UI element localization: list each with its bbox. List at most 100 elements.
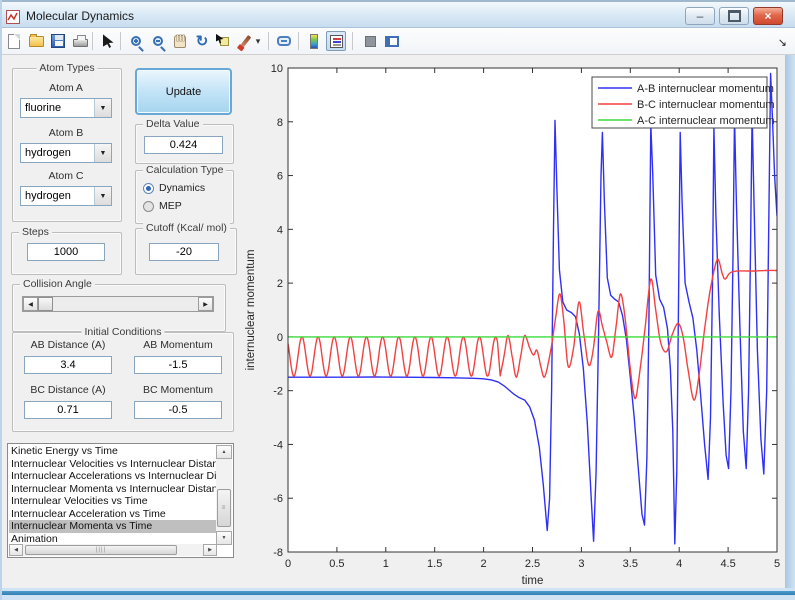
- chevron-down-icon[interactable]: ▼: [94, 99, 111, 117]
- window-border-bottom: [2, 588, 795, 600]
- window-border-right: [785, 55, 795, 600]
- print-icon: [73, 39, 88, 47]
- link-plots-button[interactable]: [274, 31, 294, 51]
- slider-right-arrow[interactable]: ▶: [198, 297, 213, 311]
- maximize-icon: [728, 10, 741, 22]
- panel-title: Delta Value: [143, 118, 203, 130]
- toolbar-overflow-icon[interactable]: ↘: [778, 36, 787, 49]
- toolbar-separator: [298, 32, 299, 50]
- link-icon: [277, 36, 291, 46]
- open-file-button[interactable]: [26, 31, 46, 51]
- listbox-rows: Kinetic Energy vs TimeInternuclear Veloc…: [9, 445, 217, 545]
- app-icon: [6, 10, 20, 24]
- chart-canvas: 00.511.522.533.544.55-8-6-4-20246810time…: [242, 55, 795, 590]
- ab-distance-field[interactable]: 3.4: [24, 356, 112, 374]
- minimize-button[interactable]: –: [685, 7, 715, 25]
- plot-type-listbox[interactable]: Kinetic Energy vs TimeInternuclear Veloc…: [7, 443, 234, 558]
- ab-momentum-field[interactable]: -1.5: [134, 356, 222, 374]
- title-bar: Molecular Dynamics – ×: [2, 0, 795, 28]
- panel-title: Collision Angle: [20, 278, 95, 290]
- list-item[interactable]: Internuclear Accelerations vs Internucle…: [9, 470, 217, 483]
- svg-text:3.5: 3.5: [623, 558, 638, 570]
- scroll-down-icon[interactable]: ▼: [216, 531, 232, 545]
- atom-b-dropdown[interactable]: hydrogen ▼: [20, 143, 112, 163]
- collision-angle-slider[interactable]: ◀ ▶: [22, 296, 214, 312]
- save-icon: [51, 34, 65, 48]
- chevron-down-icon: ▾: [256, 36, 261, 47]
- toolbar-separator: [120, 32, 121, 50]
- bc-momentum-field[interactable]: -0.5: [134, 401, 222, 419]
- atom-a-dropdown[interactable]: fluorine ▼: [20, 98, 112, 118]
- svg-text:3: 3: [578, 558, 584, 570]
- panel-title: Steps: [19, 226, 52, 238]
- brush-icon: [241, 35, 252, 47]
- svg-text:2: 2: [481, 558, 487, 570]
- cutoff-field[interactable]: -20: [149, 243, 219, 261]
- delta-value-field[interactable]: 0.424: [144, 136, 223, 154]
- brush-dropdown[interactable]: ▾: [252, 31, 264, 51]
- bc-distance-field[interactable]: 0.71: [24, 401, 112, 419]
- svg-text:0.5: 0.5: [329, 558, 344, 570]
- svg-text:4: 4: [277, 224, 283, 236]
- svg-text:time: time: [522, 575, 544, 587]
- list-item[interactable]: Internuclear Acceleration vs Time: [9, 508, 217, 521]
- list-item[interactable]: Internuclear Momenta vs Time: [9, 520, 217, 533]
- data-cursor-icon: [220, 37, 229, 46]
- slider-thumb[interactable]: [38, 297, 53, 311]
- radio-dynamics[interactable]: Dynamics: [143, 182, 205, 194]
- zoom-out-button[interactable]: [148, 31, 168, 51]
- svg-text:-6: -6: [273, 493, 283, 505]
- close-button[interactable]: ×: [753, 7, 783, 25]
- toolbar-separator: [268, 32, 269, 50]
- radio-mep[interactable]: MEP: [143, 200, 182, 212]
- close-icon: ×: [764, 9, 771, 23]
- pan-button[interactable]: [170, 31, 190, 51]
- zoom-out-icon: [153, 36, 163, 46]
- momentum-chart: 00.511.522.533.544.55-8-6-4-20246810time…: [242, 55, 795, 590]
- chevron-down-icon[interactable]: ▼: [94, 187, 111, 205]
- bc-momentum-label: BC Momentum: [134, 384, 222, 396]
- list-item[interactable]: Internuclear Velocities vs Internuclear …: [9, 458, 217, 471]
- svg-text:internuclear momentum: internuclear momentum: [245, 250, 257, 371]
- steps-field[interactable]: 1000: [27, 243, 105, 261]
- scrollbar-thumb[interactable]: ||||: [25, 545, 177, 555]
- figure-toolbar: ↻ ▾: [2, 28, 795, 55]
- list-item[interactable]: Internulear Velocities vs Time: [9, 495, 217, 508]
- colorbar-button[interactable]: [304, 31, 324, 51]
- show-plot-tools-button[interactable]: [382, 31, 402, 51]
- svg-text:B-C internuclear momentum: B-C internuclear momentum: [637, 99, 775, 111]
- bc-distance-label: BC Distance (A): [24, 384, 112, 396]
- svg-text:-2: -2: [273, 386, 283, 398]
- horizontal-scrollbar[interactable]: ◀ |||| ▶: [9, 544, 217, 556]
- radio-icon: [143, 183, 154, 194]
- insert-legend-button[interactable]: [326, 31, 346, 51]
- hide-plot-tools-button[interactable]: [360, 31, 380, 51]
- minimize-icon: –: [697, 9, 704, 23]
- vertical-scrollbar[interactable]: ▲ ≡ ▼: [216, 445, 232, 545]
- list-item[interactable]: Internuclear Momenta vs Internuclear Dis…: [9, 483, 217, 496]
- scroll-left-icon[interactable]: ◀: [9, 544, 23, 556]
- show-plot-tools-icon: [385, 36, 399, 47]
- update-button[interactable]: Update: [135, 68, 232, 115]
- rotate-3d-button[interactable]: ↻: [192, 31, 212, 51]
- atom-c-dropdown[interactable]: hydrogen ▼: [20, 186, 112, 206]
- scroll-right-icon[interactable]: ▶: [203, 544, 217, 556]
- panel-title: Cutoff (Kcal/ mol): [143, 222, 230, 234]
- print-button[interactable]: [70, 31, 90, 51]
- scrollbar-thumb[interactable]: ≡: [217, 489, 231, 527]
- radio-icon: [143, 201, 154, 212]
- edit-plot-button[interactable]: [98, 31, 118, 51]
- slider-left-arrow[interactable]: ◀: [23, 297, 38, 311]
- maximize-button[interactable]: [719, 7, 749, 25]
- save-button[interactable]: [48, 31, 68, 51]
- chevron-down-icon[interactable]: ▼: [94, 144, 111, 162]
- svg-text:1: 1: [383, 558, 389, 570]
- data-cursor-button[interactable]: [214, 31, 234, 51]
- rotate-icon: ↻: [196, 34, 209, 49]
- new-file-button[interactable]: [4, 31, 24, 51]
- open-folder-icon: [29, 36, 44, 47]
- svg-text:0: 0: [285, 558, 291, 570]
- zoom-in-button[interactable]: [126, 31, 146, 51]
- scroll-up-icon[interactable]: ▲: [216, 445, 232, 459]
- list-item[interactable]: Kinetic Energy vs Time: [9, 445, 217, 458]
